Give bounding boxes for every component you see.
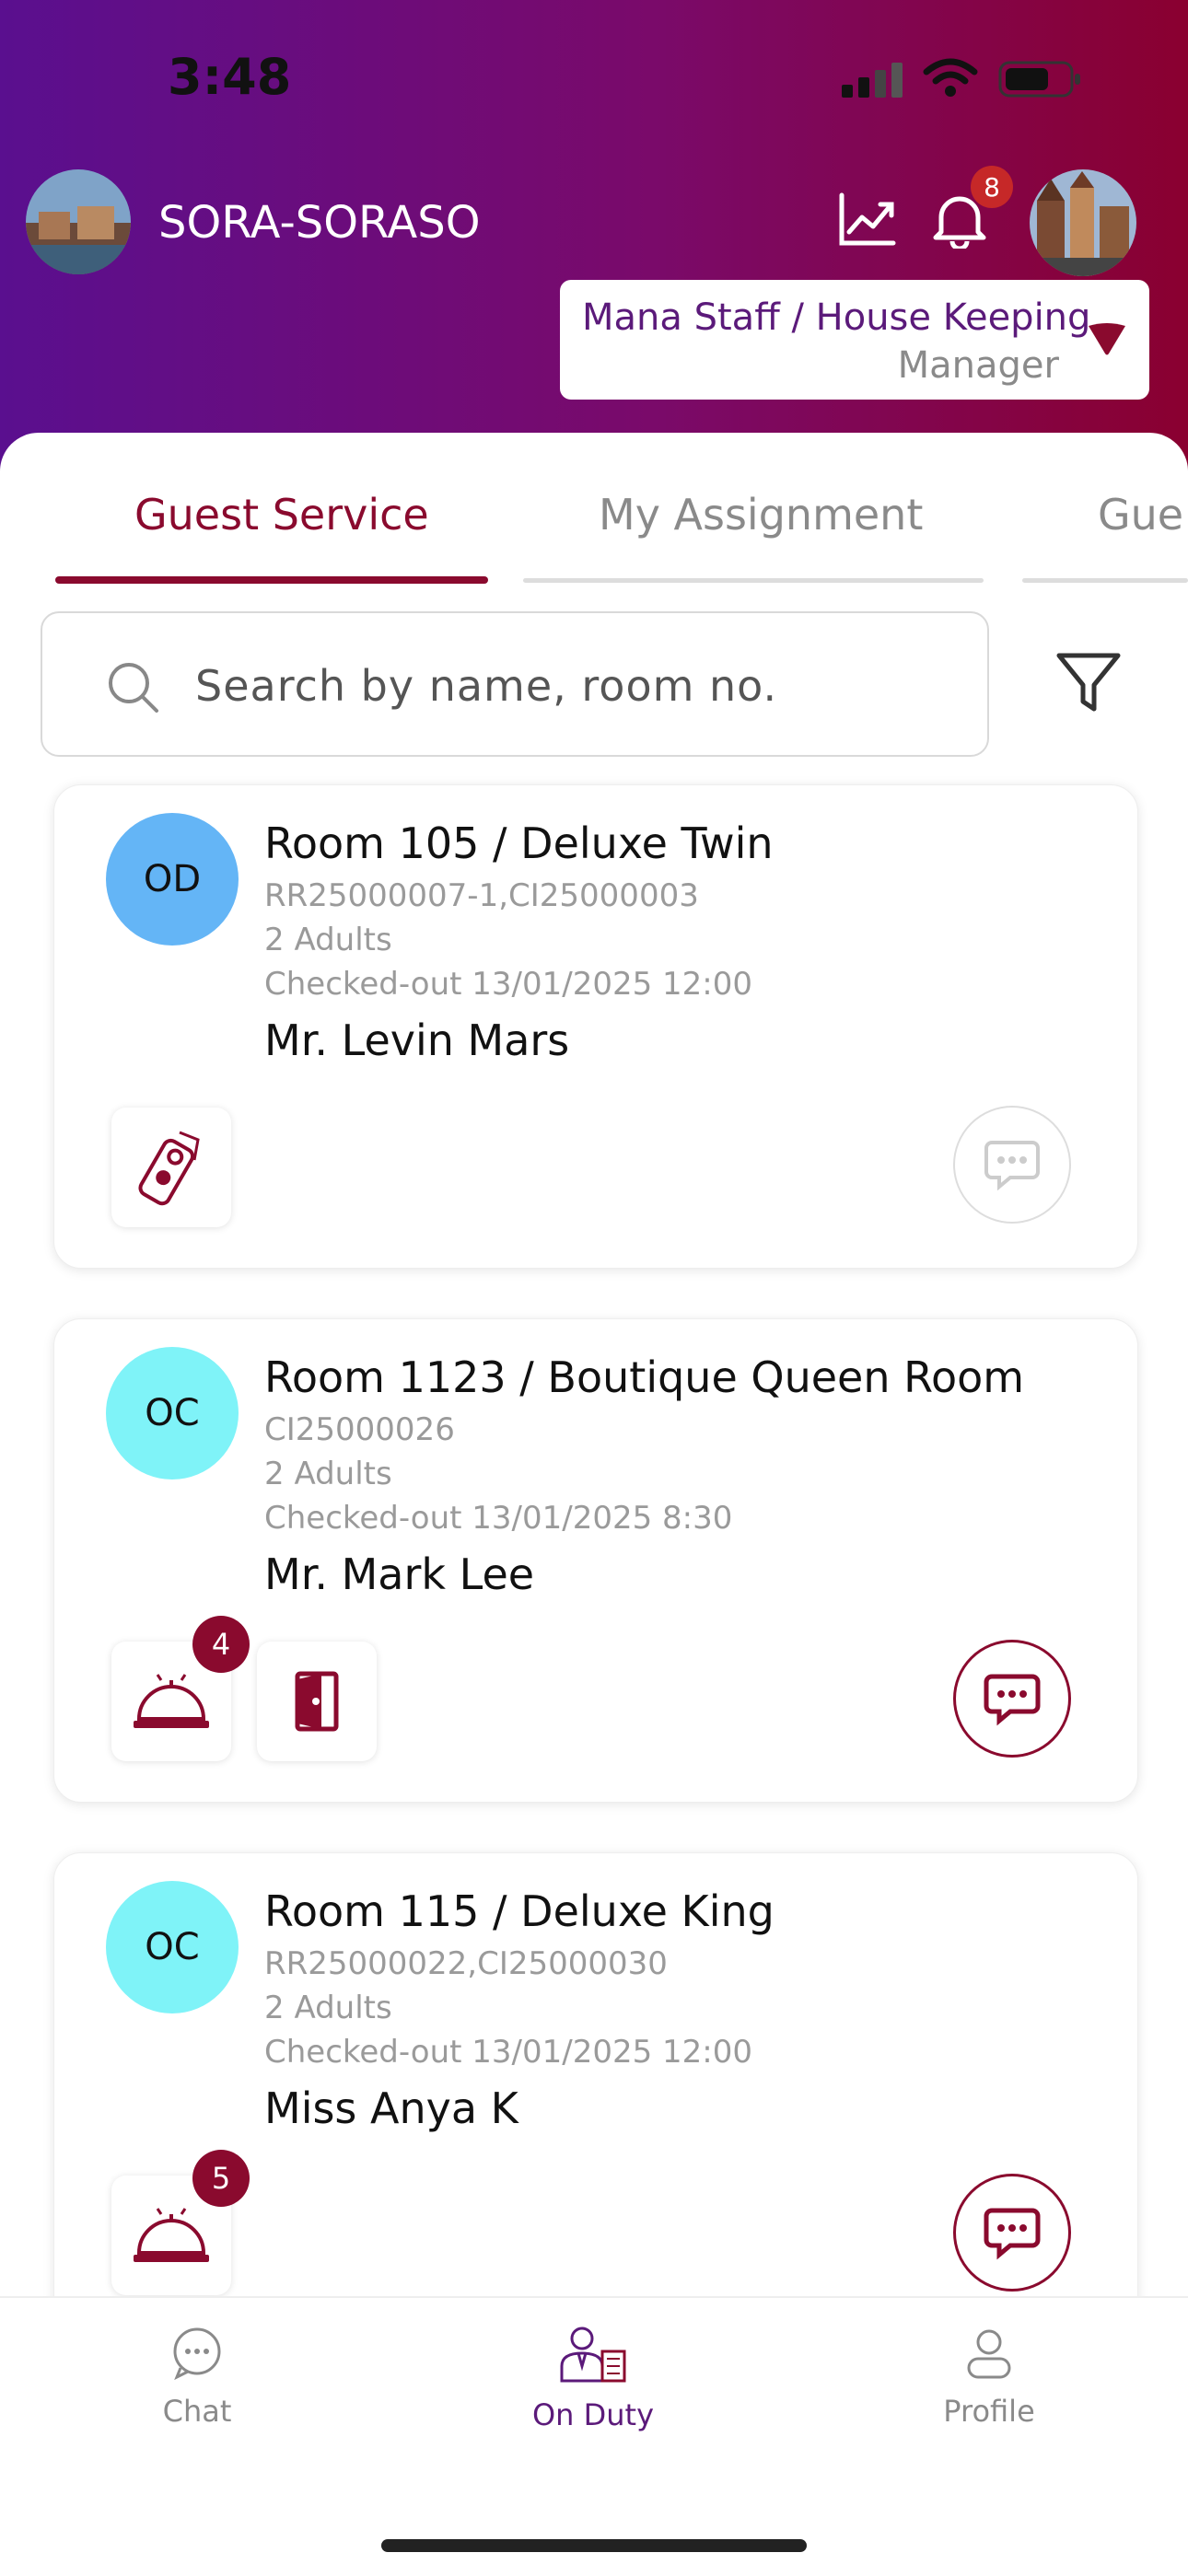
service-bell-icon: [134, 2208, 209, 2262]
request-count-badge: 5: [192, 2150, 250, 2207]
guest-name: Mr. Levin Mars: [264, 1015, 570, 1065]
guest-card[interactable]: OC Room 115 / Deluxe King RR25000022,CI2…: [53, 1852, 1138, 2337]
room-status-avatar: OD: [106, 813, 239, 946]
chat-bubble-icon: [984, 1674, 1041, 1726]
room-title: Room 105 / Deluxe Twin: [264, 818, 774, 868]
user-avatar[interactable]: [1030, 169, 1136, 276]
search-placeholder: Search by name, room no.: [195, 661, 778, 711]
chat-bubble-icon: [984, 1141, 1040, 1191]
room-title: Room 115 / Deluxe King: [264, 1886, 775, 1936]
room-status-avatar: OC: [106, 1881, 239, 2013]
nav-on-duty-label: On Duty: [531, 2397, 655, 2432]
nav-chat[interactable]: Chat: [96, 2326, 298, 2429]
guest-card[interactable]: OD Room 105 / Deluxe Twin RR25000007-1,C…: [53, 784, 1138, 1269]
tab-active-indicator: [55, 576, 488, 584]
tab-guest-service[interactable]: Guest Service: [134, 490, 429, 540]
hotel-name[interactable]: SORA-SORASO: [158, 197, 481, 249]
occupancy: 2 Adults: [264, 1990, 392, 2026]
role-subtitle: Manager: [897, 344, 1059, 387]
nav-on-duty[interactable]: On Duty: [492, 2326, 694, 2432]
reservation-ref: RR25000022,CI25000030: [264, 1945, 668, 1982]
checkout-status: Checked-out 13/01/2025 12:00: [264, 966, 753, 1003]
door-exit-icon: [295, 1671, 339, 1732]
role-title: Mana Staff / House Keeping: [582, 296, 1091, 339]
reservation-ref: RR25000007-1,CI25000003: [264, 877, 699, 914]
door-exit-button[interactable]: [257, 1642, 377, 1761]
dropdown-caret-icon: [1085, 320, 1129, 361]
door-hanger-button[interactable]: [111, 1108, 231, 1227]
analytics-icon[interactable]: [838, 191, 897, 250]
battery-icon: [998, 59, 1083, 103]
wifi-icon: [923, 57, 978, 101]
person-icon: [967, 2329, 1011, 2379]
status-time: 3:48: [168, 48, 292, 106]
occupancy: 2 Adults: [264, 1456, 392, 1492]
search-icon: [107, 661, 162, 720]
chat-bubble-icon: [984, 2208, 1041, 2260]
staff-duty-icon: [560, 2327, 626, 2383]
hotel-avatar[interactable]: [26, 169, 131, 274]
tab-divider: [523, 578, 984, 583]
room-status-avatar: OC: [106, 1347, 239, 1479]
chat-button[interactable]: [953, 1106, 1071, 1224]
filter-icon[interactable]: [1054, 648, 1124, 722]
home-indicator[interactable]: [381, 2539, 807, 2552]
service-bell-icon: [134, 1674, 209, 1728]
tab-guest-partial[interactable]: Gue: [1098, 490, 1183, 540]
role-selector[interactable]: Mana Staff / House Keeping Manager: [560, 280, 1149, 400]
nav-chat-label: Chat: [162, 2394, 232, 2429]
chat-button[interactable]: [953, 1640, 1071, 1758]
chat-button[interactable]: [953, 2174, 1071, 2292]
checkout-status: Checked-out 13/01/2025 8:30: [264, 1500, 733, 1537]
checkout-status: Checked-out 13/01/2025 12:00: [264, 2034, 753, 2071]
door-hanger-icon: [138, 1131, 200, 1206]
nav-profile[interactable]: Profile: [888, 2326, 1090, 2429]
search-input[interactable]: Search by name, room no.: [41, 611, 989, 757]
nav-profile-label: Profile: [943, 2394, 1035, 2429]
chat-icon: [173, 2327, 221, 2381]
guest-name: Miss Anya K: [264, 2083, 518, 2133]
guest-name: Mr. Mark Lee: [264, 1549, 535, 1599]
notification-badge: 8: [971, 166, 1013, 208]
request-count-badge: 4: [192, 1616, 250, 1673]
reservation-ref: CI25000026: [264, 1411, 455, 1448]
room-title: Room 1123 / Boutique Queen Room: [264, 1352, 1025, 1402]
tab-divider: [1022, 578, 1188, 583]
guest-card[interactable]: OC Room 1123 / Boutique Queen Room CI250…: [53, 1318, 1138, 1803]
occupancy: 2 Adults: [264, 922, 392, 958]
signal-icon: [842, 61, 904, 103]
tab-my-assignment[interactable]: My Assignment: [599, 490, 923, 540]
